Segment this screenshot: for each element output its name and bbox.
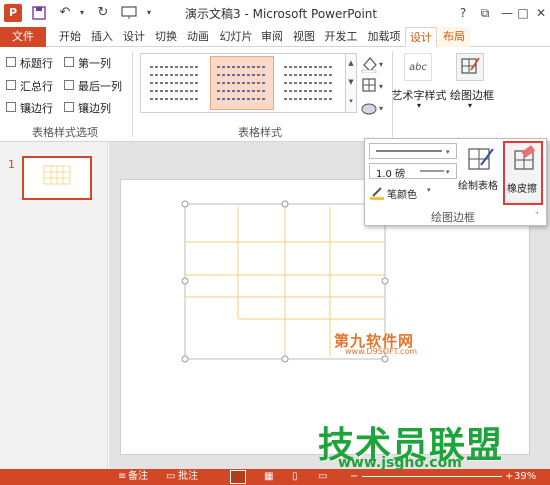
checkbox-banded-rows-label: 镶边行 bbox=[20, 102, 53, 115]
tab-table-layout[interactable]: 布局 bbox=[438, 27, 470, 47]
pen-color-dropdown-icon[interactable]: ▾ bbox=[427, 186, 431, 194]
undo-icon[interactable]: ↶ bbox=[56, 3, 74, 23]
checkbox-last-column[interactable] bbox=[64, 80, 74, 90]
separator bbox=[132, 51, 133, 137]
table-style-option[interactable] bbox=[144, 57, 206, 109]
ribbon-tabs: 文件 开始 插入 设计 切换 动画 幻灯片 审阅 视图 开发工 加载项 设计 布… bbox=[0, 27, 550, 47]
checkbox-banded-rows[interactable] bbox=[6, 102, 16, 112]
powerpoint-logo-icon: P bbox=[4, 4, 22, 22]
wordart-dropdown-icon[interactable]: ▾ bbox=[412, 101, 426, 110]
tab-insert[interactable]: 插入 bbox=[88, 27, 116, 47]
pen-weight-dropdown[interactable]: 1.0 磅 ▾ bbox=[369, 163, 457, 180]
shading-icon[interactable]: ▾ bbox=[360, 55, 386, 74]
table-style-option[interactable] bbox=[278, 57, 340, 109]
tab-slideshow[interactable]: 幻灯片 bbox=[216, 27, 256, 47]
tab-transitions[interactable]: 切换 bbox=[152, 27, 180, 47]
checkbox-banded-columns-label: 镶边列 bbox=[78, 102, 111, 115]
slide-number: 1 bbox=[8, 158, 15, 171]
reading-view-icon[interactable]: ▯ bbox=[292, 470, 298, 484]
tab-table-design[interactable]: 设计 bbox=[405, 27, 437, 47]
slideshow-icon[interactable]: ▭ bbox=[318, 470, 327, 484]
tab-file[interactable]: 文件 bbox=[0, 27, 46, 47]
draw-borders-icon[interactable] bbox=[456, 53, 484, 81]
gallery-expand-icon[interactable]: ▾ bbox=[346, 92, 356, 111]
eraser-label: 橡皮擦 bbox=[507, 184, 537, 195]
pen-style-dropdown[interactable]: ▾ bbox=[369, 143, 457, 159]
group-label-table-styles: 表格样式 bbox=[238, 126, 282, 139]
checkbox-header-row-label: 标题行 bbox=[20, 57, 53, 70]
effects-icon[interactable]: ▾ bbox=[360, 99, 386, 117]
zoom-out-icon[interactable]: − bbox=[350, 470, 358, 484]
svg-text:▾: ▾ bbox=[446, 168, 450, 176]
tab-animations[interactable]: 动画 bbox=[184, 27, 212, 47]
svg-text:▾: ▾ bbox=[379, 104, 383, 113]
checkbox-first-column[interactable] bbox=[64, 57, 74, 67]
tab-review[interactable]: 审阅 bbox=[258, 27, 286, 47]
tab-design[interactable]: 设计 bbox=[120, 27, 148, 47]
table-style-option-selected[interactable] bbox=[210, 56, 274, 110]
close-button[interactable]: ✕ bbox=[530, 3, 550, 23]
svg-text:▾: ▾ bbox=[379, 82, 383, 91]
slide-thumbnail[interactable] bbox=[22, 156, 92, 200]
svg-text:▾: ▾ bbox=[379, 60, 383, 69]
scroll-up-icon[interactable]: ▲ bbox=[346, 54, 356, 73]
presenter-icon[interactable] bbox=[120, 3, 138, 23]
scroll-down-icon[interactable]: ▼ bbox=[346, 73, 356, 92]
tab-view[interactable]: 视图 bbox=[290, 27, 318, 47]
normal-view-icon[interactable] bbox=[230, 470, 246, 484]
borders-icon[interactable]: ▾ bbox=[360, 77, 386, 95]
notes-button[interactable]: 备注 bbox=[128, 470, 148, 484]
checkbox-banded-columns[interactable] bbox=[64, 102, 74, 112]
pen-weight-value: 1.0 磅 bbox=[376, 169, 406, 180]
table-style-gallery bbox=[140, 53, 346, 113]
zoom-in-icon[interactable]: + bbox=[505, 470, 513, 484]
draw-table-icon[interactable] bbox=[463, 143, 497, 177]
checkbox-total-row-label: 汇总行 bbox=[20, 80, 53, 93]
draw-borders-dropdown-icon[interactable]: ▾ bbox=[463, 101, 477, 110]
pen-color-label[interactable]: 笔颜色 bbox=[387, 186, 417, 201]
notes-icon[interactable]: ≡ bbox=[118, 470, 126, 484]
save-icon[interactable] bbox=[30, 3, 48, 23]
eraser-button[interactable]: 橡皮擦 bbox=[503, 141, 543, 205]
wordart-quick-styles-icon[interactable]: abc bbox=[404, 53, 432, 81]
svg-text:▾: ▾ bbox=[446, 148, 450, 156]
watermark-url-d9soft: www.D9SOFT.com bbox=[345, 347, 418, 356]
zoom-slider[interactable] bbox=[362, 476, 502, 477]
tab-addins[interactable]: 加载项 bbox=[364, 27, 404, 47]
group-label-draw-borders: 绘图边框 bbox=[431, 211, 475, 224]
tab-developer[interactable]: 开发工 bbox=[322, 27, 360, 47]
ribbon: 标题行 第一列 汇总行 最后一列 镶边行 镶边列 表格样式选项 ▲ ▼ ▾ ▾ … bbox=[0, 47, 550, 142]
checkbox-last-column-label: 最后一列 bbox=[78, 80, 122, 93]
eraser-icon bbox=[514, 145, 536, 170]
slide-sorter-icon[interactable]: ▦ bbox=[264, 470, 273, 484]
help-button[interactable]: ? bbox=[452, 3, 474, 23]
comments-icon[interactable]: ▭ bbox=[166, 470, 175, 484]
draw-borders-panel: ▾ 1.0 磅 ▾ 笔颜色 ▾ 绘制表格 橡皮擦 绘图边框 ⌝ bbox=[364, 138, 547, 226]
checkbox-header-row[interactable] bbox=[6, 57, 16, 67]
window-title: 演示文稿3 - Microsoft PowerPoint bbox=[185, 7, 378, 21]
zoom-level[interactable]: 39% bbox=[514, 470, 536, 484]
customize-toolbar-icon[interactable]: ▾ bbox=[140, 3, 158, 23]
draw-table-label[interactable]: 绘制表格 bbox=[458, 177, 498, 192]
tab-home[interactable]: 开始 bbox=[56, 27, 84, 47]
undo-dropdown-icon[interactable]: ▾ bbox=[73, 3, 91, 23]
title-bar: P ↶ ▾ ↻ ▾ 演示文稿3 - Microsoft PowerPoint ?… bbox=[0, 0, 550, 27]
checkbox-first-column-label: 第一列 bbox=[78, 57, 111, 70]
checkbox-total-row[interactable] bbox=[6, 80, 16, 90]
group-label-style-options: 表格样式选项 bbox=[32, 126, 98, 139]
status-bar: ≡ 备注 ▭ 批注 ▦ ▯ ▭ − + 39% bbox=[0, 469, 550, 485]
gallery-scrollbar[interactable]: ▲ ▼ ▾ bbox=[345, 53, 357, 113]
redo-icon[interactable]: ↻ bbox=[94, 3, 112, 23]
ribbon-display-icon[interactable]: ⧉ bbox=[474, 3, 496, 23]
dialog-launcher-icon[interactable]: ⌝ bbox=[535, 211, 539, 220]
pen-color-icon[interactable] bbox=[369, 185, 385, 201]
watermark-url-jsgho: www.jsgho.com bbox=[338, 455, 462, 471]
comments-button[interactable]: 批注 bbox=[178, 470, 198, 484]
